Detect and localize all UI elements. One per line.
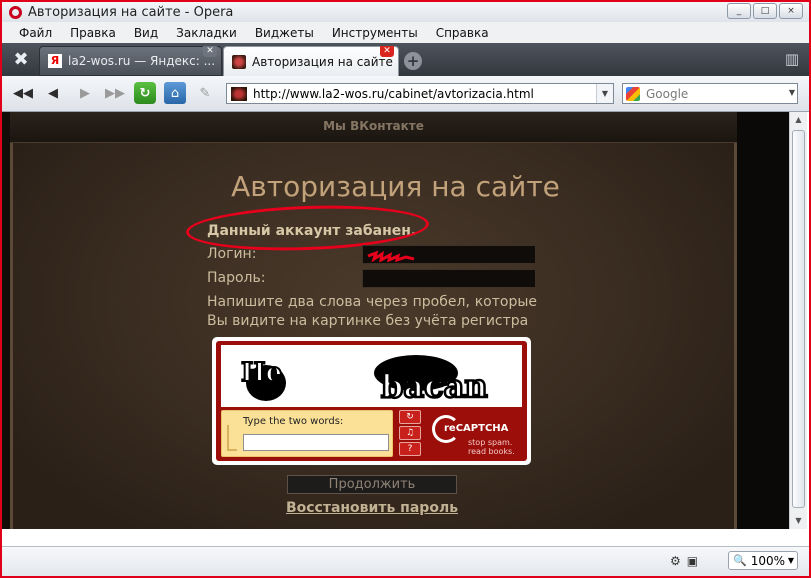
maximize-button[interactable]: □ (753, 3, 777, 19)
arrow-icon (227, 425, 237, 451)
recaptcha-brand: reCAPTCHA (444, 423, 509, 434)
back-icon[interactable]: ◀ (42, 82, 64, 104)
fast-forward-icon[interactable]: ▶▶ (104, 82, 126, 104)
page-header-strip: Мы ВКонтакте (10, 112, 737, 143)
page-title: Авторизация на сайте (231, 170, 560, 203)
vertical-scrollbar[interactable]: ▲ ▼ (789, 112, 807, 529)
menu-bar: Файл Правка Вид Закладки Виджеты Инструм… (2, 22, 809, 43)
captcha-word-1: He (241, 358, 282, 388)
scroll-down-icon[interactable]: ▼ (790, 513, 807, 529)
search-field[interactable]: Google ▼ (622, 83, 798, 104)
close-button[interactable]: × (779, 3, 803, 19)
captcha-response-input[interactable] (243, 434, 389, 451)
captcha-instruction: Напишите два слова через пробел, которые… (207, 294, 537, 329)
help-icon[interactable]: ? (399, 442, 421, 456)
address-dropdown-icon[interactable]: ▼ (596, 84, 613, 103)
recaptcha-widget: He bacan Type the two words: ↻ ♫ ? reCAP… (212, 337, 531, 465)
tools-icon[interactable]: ✖ (10, 49, 32, 71)
home-icon[interactable]: ⌂ (164, 82, 186, 104)
menu-edit[interactable]: Правка (61, 26, 125, 40)
tab-authorization[interactable]: Авторизация на сайте ✕ (223, 46, 399, 76)
recaptcha-frame: He bacan Type the two words: ↻ ♫ ? reCAP… (216, 341, 527, 461)
images-icon[interactable]: ▣ (687, 554, 698, 568)
tab-label: Авторизация на сайте (252, 54, 393, 69)
rewind-icon[interactable]: ◀◀ (12, 82, 34, 104)
navigation-toolbar: ◀◀ ◀ ▶ ▶▶ ↻ ⌂ ✎ http://www.la2-wos.ru/ca… (2, 76, 809, 112)
login-label: Логин: (207, 246, 257, 262)
red-scribble-mark (367, 250, 415, 262)
menu-bookmarks[interactable]: Закладки (167, 26, 246, 40)
site-favicon-icon (231, 86, 247, 101)
scroll-up-icon[interactable]: ▲ (790, 112, 807, 128)
zoom-control[interactable]: 🔍 100% ▼ (728, 551, 798, 570)
menu-view[interactable]: Вид (125, 26, 167, 40)
captcha-word-2: bacan (381, 367, 488, 405)
scrollbar-thumb[interactable] (792, 130, 805, 508)
search-dropdown-icon[interactable]: ▼ (789, 88, 795, 97)
menu-tools[interactable]: Инструменты (323, 26, 427, 40)
tab-bar: ✖ Я la2-wos.ru — Яндекс: ... ✕ Авторизац… (2, 43, 809, 76)
zoom-magnifier-icon: 🔍 (733, 554, 747, 567)
tab-label: la2-wos.ru — Яндекс: ... (68, 54, 216, 68)
site-favicon-icon (232, 54, 246, 69)
minimize-button[interactable]: _ (727, 3, 751, 19)
password-input[interactable] (362, 269, 536, 288)
continue-button[interactable]: Продолжить (287, 475, 457, 494)
zoom-level: 100% (750, 553, 786, 568)
tab-yandex[interactable]: Я la2-wos.ru — Яндекс: ... ✕ (39, 46, 222, 76)
reload-icon[interactable]: ↻ (134, 82, 156, 104)
refresh-icon[interactable]: ↻ (399, 410, 421, 424)
url-text[interactable]: http://www.la2-wos.ru/cabinet/avtorizaci… (253, 87, 534, 101)
recaptcha-tagline: stop spam. read books. (468, 438, 515, 456)
yandex-favicon-icon: Я (48, 54, 62, 68)
restore-password-link[interactable]: Восстановить пароль (2, 500, 742, 516)
search-placeholder: Google (646, 86, 689, 101)
tagline-line-1: stop spam. (468, 438, 513, 447)
recaptcha-logo: reCAPTCHA stop spam. read books. (432, 411, 524, 457)
title-bar: Авторизация на сайте - Opera _ □ × (2, 2, 809, 22)
menu-widgets[interactable]: Виджеты (246, 26, 323, 40)
address-field[interactable]: http://www.la2-wos.ru/cabinet/avtorizaci… (226, 83, 614, 104)
status-icons: ⚙ ▣ (670, 554, 698, 568)
vkontakte-link[interactable]: Мы ВКонтакте (10, 119, 737, 133)
window-title: Авторизация на сайте - Opera (28, 4, 234, 20)
captcha-image: He bacan (221, 345, 522, 407)
turbo-icon[interactable]: ⚙ (670, 554, 681, 568)
web-page: Мы ВКонтакте Авторизация на сайте Данный… (2, 112, 789, 529)
tab-close-icon[interactable]: ✕ (203, 46, 217, 57)
menu-file[interactable]: Файл (2, 26, 61, 40)
tagline-line-2: read books. (468, 447, 515, 456)
google-icon[interactable] (626, 86, 640, 101)
audio-icon[interactable]: ♫ (399, 426, 421, 440)
captcha-controls: ↻ ♫ ? (399, 410, 421, 457)
forward-icon[interactable]: ▶ (74, 82, 96, 104)
captcha-prompt: Type the two words: (243, 416, 344, 427)
menu-help[interactable]: Справка (427, 26, 498, 40)
opera-logo-icon (9, 5, 22, 19)
window-controls: _ □ × (727, 3, 803, 19)
tab-close-icon[interactable]: ✕ (380, 46, 394, 57)
edit-icon[interactable]: ✎ (194, 82, 216, 104)
zoom-dropdown-icon[interactable]: ▼ (788, 556, 794, 565)
password-label: Пароль: (207, 270, 266, 286)
trash-icon[interactable]: ▥ (783, 49, 801, 69)
new-tab-icon[interactable]: + (404, 52, 422, 70)
status-bar: ⚙ ▣ 🔍 100% ▼ (2, 546, 809, 577)
captcha-entry-box: Type the two words: (221, 410, 393, 457)
